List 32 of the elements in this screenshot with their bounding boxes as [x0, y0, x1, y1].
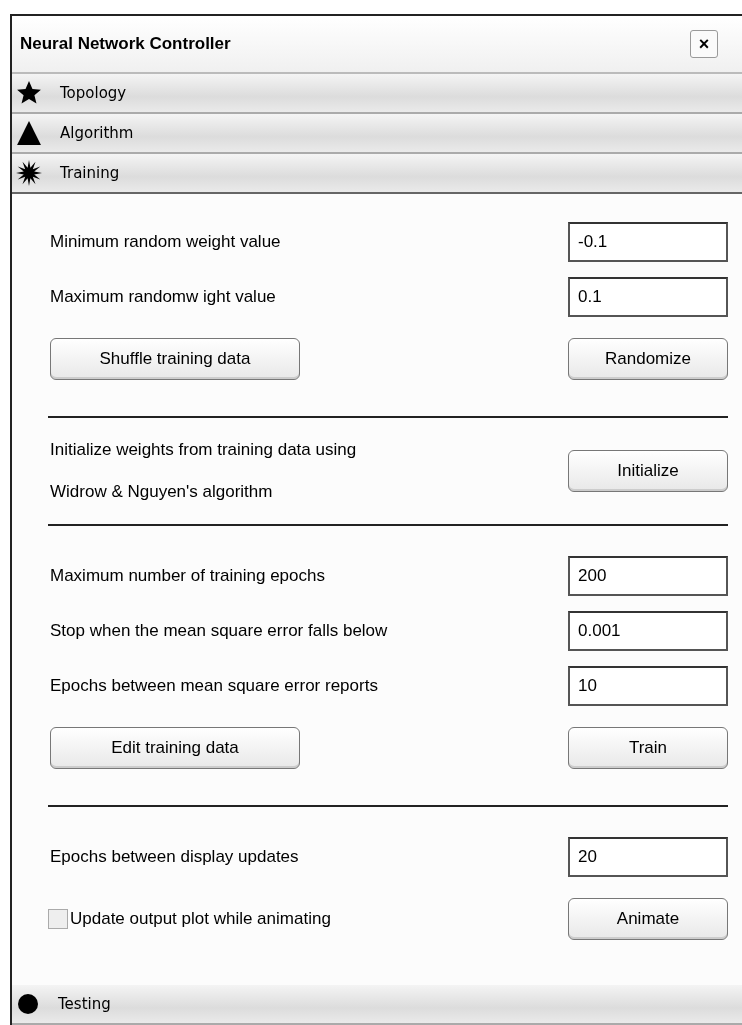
- section-header[interactable]: Algorithm: [12, 114, 742, 154]
- field-label: Stop when the mean square error falls below: [50, 620, 388, 641]
- field-label: Maximum number of training epochs: [50, 565, 325, 586]
- section-header[interactable]: Training: [12, 154, 742, 194]
- input-field[interactable]: 20: [568, 836, 728, 877]
- input-field[interactable]: 0.001: [568, 610, 728, 651]
- triangle-icon: [16, 120, 42, 146]
- checkbox-label: Update output plot while animating: [70, 909, 331, 929]
- field-label: Epochs between mean square error reports: [50, 675, 378, 696]
- action-button[interactable]: Randomize: [568, 338, 728, 380]
- close-button[interactable]: ×: [690, 30, 718, 58]
- input-field[interactable]: 200: [568, 555, 728, 596]
- section-header[interactable]: Testing: [12, 985, 742, 1025]
- checkbox[interactable]: [48, 909, 68, 929]
- circle-icon: [16, 992, 40, 1016]
- input-field[interactable]: -0.1: [568, 221, 728, 262]
- section-header[interactable]: Topology: [12, 74, 742, 114]
- action-button[interactable]: Initialize: [568, 450, 728, 492]
- input-field[interactable]: 0.1: [568, 276, 728, 317]
- action-button[interactable]: Animate: [568, 898, 728, 940]
- description-text: Widrow & Nguyen's algorithm: [50, 482, 274, 502]
- description-text: Initialize weights from training data using: [50, 440, 357, 460]
- action-button[interactable]: Shuffle training data: [50, 338, 300, 380]
- field-label: Epochs between display updates: [50, 846, 299, 867]
- field-label: Maximum randomw ight value: [50, 286, 276, 307]
- window-title: Neural Network Controller: [20, 34, 231, 54]
- field-label: Minimum random weight value: [50, 231, 281, 252]
- action-button[interactable]: Train: [568, 727, 728, 769]
- burst-icon: [16, 160, 42, 186]
- input-field[interactable]: 10: [568, 665, 728, 706]
- star-icon: [16, 80, 42, 106]
- action-button[interactable]: Edit training data: [50, 727, 300, 769]
